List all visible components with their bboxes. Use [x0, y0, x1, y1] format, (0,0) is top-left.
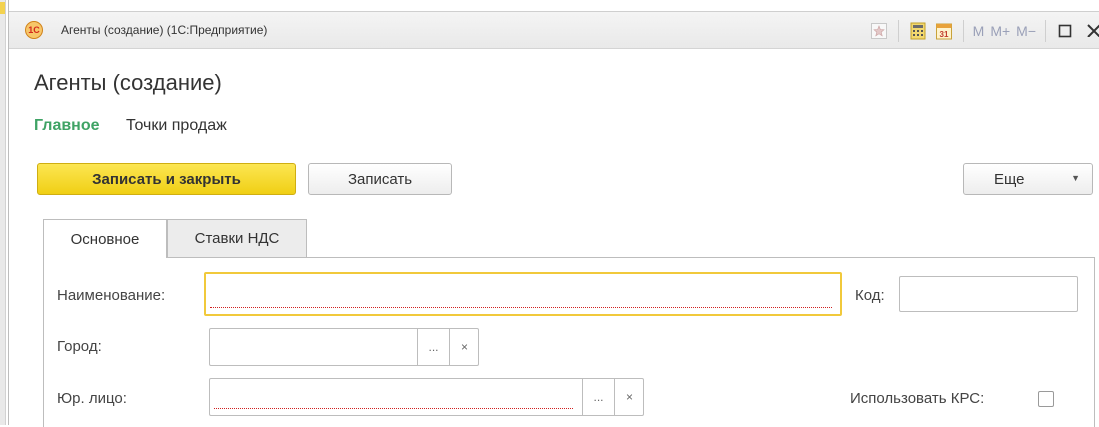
- tab-vat-rates[interactable]: Ставки НДС: [167, 219, 307, 257]
- calendar-icon[interactable]: 31: [934, 21, 954, 41]
- tab-main[interactable]: Основное: [43, 219, 167, 258]
- save-and-close-button[interactable]: Записать и закрыть: [37, 163, 296, 195]
- toolbar-separator: [962, 20, 964, 42]
- calculator-icon[interactable]: [908, 21, 928, 41]
- form-navigation: Главное Точки продаж: [34, 117, 227, 135]
- name-input[interactable]: [204, 272, 842, 316]
- city-label: Город:: [57, 338, 102, 355]
- title-bar-tools: 31 M M+ M−: [866, 17, 1099, 45]
- form-title: Агенты (создание): [34, 70, 222, 95]
- favorites-icon[interactable]: [869, 21, 889, 41]
- memory-m-button[interactable]: M: [973, 23, 985, 39]
- more-menu-button[interactable]: Еще ▼: [963, 163, 1093, 195]
- legal-entity-clear-button[interactable]: ×: [614, 379, 644, 415]
- close-icon[interactable]: [1086, 20, 1099, 43]
- required-underline: [210, 307, 832, 308]
- title-bar: 1С Агенты (создание) (1С:Предприятие) 31…: [9, 11, 1099, 49]
- name-label: Наименование:: [57, 287, 166, 304]
- calendar-day-text: 31: [939, 30, 948, 39]
- code-label: Код:: [855, 287, 885, 304]
- required-underline: [214, 408, 573, 409]
- background-window-strip: [0, 0, 6, 425]
- app-1c-icon[interactable]: 1С: [25, 21, 43, 39]
- code-input[interactable]: [899, 276, 1078, 312]
- nav-points-of-sale-link[interactable]: Точки продаж: [126, 117, 227, 134]
- tab-panel-main: Наименование: Код: Город: ... × Юр. лицо…: [43, 257, 1095, 427]
- legal-entity-label: Юр. лицо:: [57, 390, 127, 407]
- city-input[interactable]: ... ×: [209, 328, 479, 366]
- toolbar-separator: [1045, 20, 1046, 42]
- city-clear-button[interactable]: ×: [449, 329, 479, 365]
- legal-entity-input[interactable]: ... ×: [209, 378, 644, 416]
- city-select-button[interactable]: ...: [417, 329, 449, 365]
- use-krs-label: Использовать КРС:: [850, 390, 985, 407]
- nav-main-link[interactable]: Главное: [34, 117, 100, 134]
- use-krs-checkbox[interactable]: [1038, 391, 1054, 407]
- memory-add-button[interactable]: M+: [990, 23, 1010, 39]
- chevron-down-icon: ▼: [1071, 173, 1080, 183]
- background-window-marker: [0, 2, 5, 14]
- more-menu-label: Еще: [994, 170, 1025, 188]
- window-title: Агенты (создание) (1С:Предприятие): [61, 23, 268, 37]
- save-button[interactable]: Записать: [308, 163, 452, 195]
- toolbar-separator: [897, 20, 899, 42]
- form-window: 1С Агенты (создание) (1С:Предприятие) 31…: [8, 0, 1099, 427]
- legal-entity-select-button[interactable]: ...: [582, 379, 614, 415]
- memory-subtract-button[interactable]: M−: [1016, 23, 1036, 39]
- maximize-icon[interactable]: [1055, 21, 1075, 41]
